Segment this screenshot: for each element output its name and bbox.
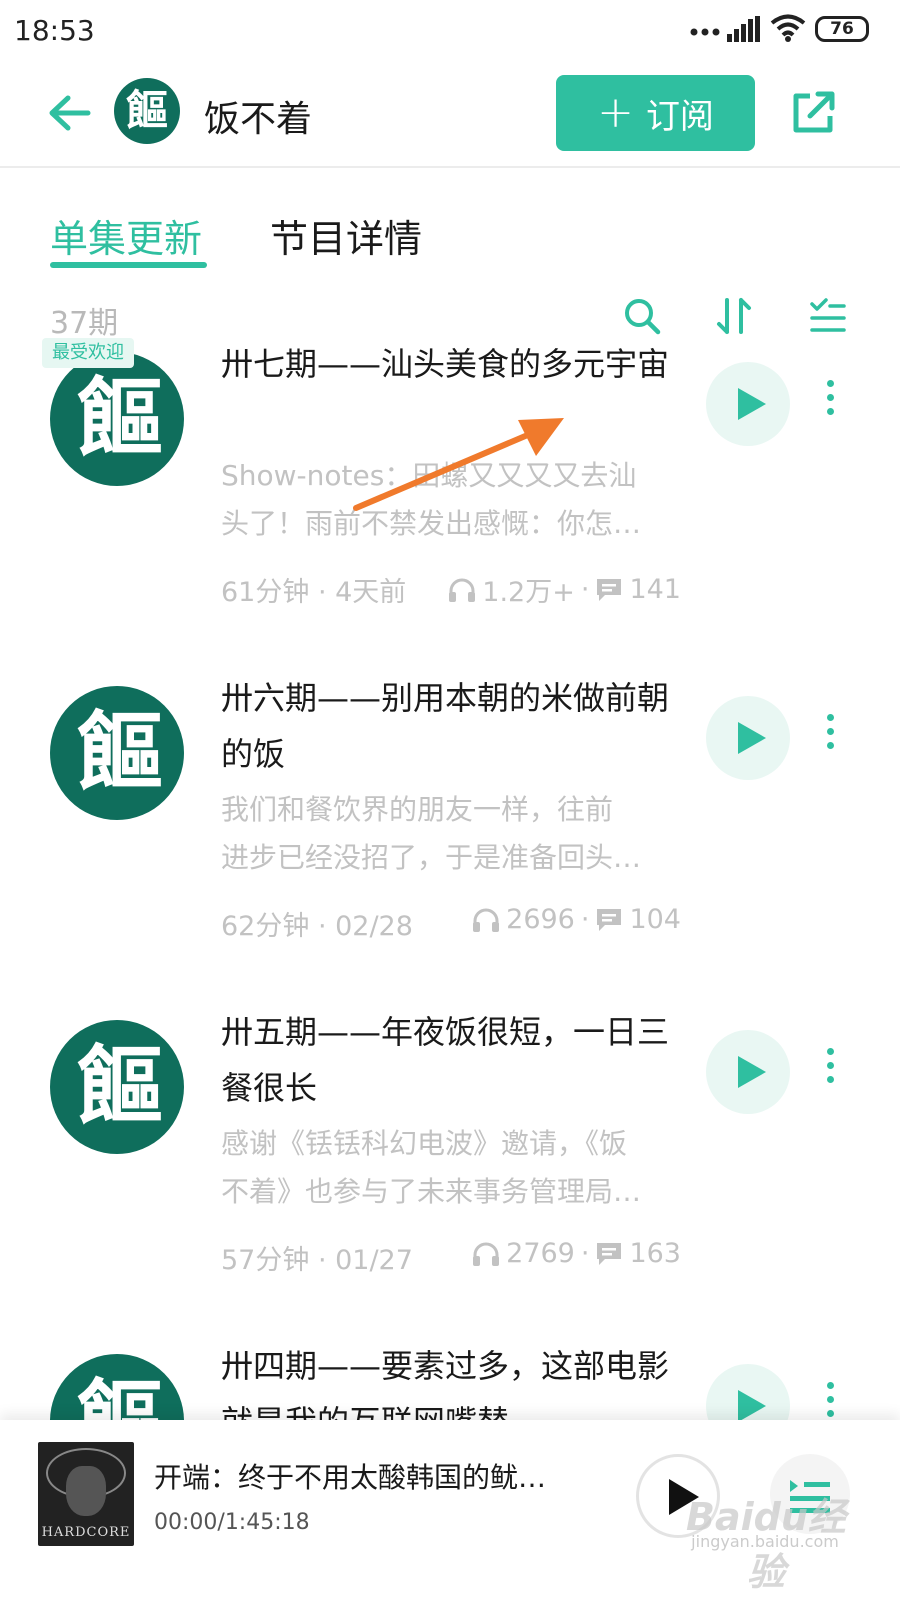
subscribe-label: 订阅: [645, 96, 714, 137]
episode-description-line: 进步已经没招了，于是准备回头…: [221, 841, 642, 874]
episode-description-line: 我们和餐饮界的朋友一样，往前: [221, 793, 614, 826]
episode-description-line: 头了！雨前不禁发出感慨：你怎…: [221, 507, 642, 540]
episode-cover[interactable]: 饇: [50, 1020, 184, 1154]
comment-icon: [597, 908, 622, 931]
episode-title[interactable]: 卅六期——别用本朝的米做前朝的饭: [221, 670, 671, 782]
episode-description: Show-notes：田螺又又又又去汕 头了！雨前不禁发出感慨：你怎…: [221, 452, 681, 548]
episode-count: 37期: [50, 306, 119, 341]
tab-episodes[interactable]: 单集更新: [50, 208, 202, 263]
arrow-left-icon[interactable]: [44, 88, 94, 138]
episode-stats: 2769 · 163: [472, 1238, 681, 1269]
episode-title[interactable]: 卅四期——要素过多，这部电影就是我的互联网嘴替: [221, 1344, 671, 1420]
player-time: 00:00/1:45:18: [154, 1510, 310, 1535]
episode-comment-count: 104: [629, 904, 681, 935]
play-icon: [738, 1390, 766, 1420]
episode-meta: 57分钟 · 01/27 2769 · 163: [221, 1238, 681, 1278]
episode-title[interactable]: 卅五期——年夜饭很短，一日三餐很长: [221, 1004, 671, 1116]
episode-play-button[interactable]: [706, 362, 790, 446]
play-icon: [738, 1056, 766, 1088]
header-bar: 饇 饭不着 + 订阅: [0, 62, 900, 168]
episode-play-count: 1.2万+: [482, 577, 575, 608]
episode-item[interactable]: 饇 卅五期——年夜饭很短，一日三餐很长 感谢《铥铥科幻电波》邀请，《饭 不着》也…: [0, 1010, 900, 1344]
episode-item[interactable]: 饇 卅六期——别用本朝的米做前朝的饭 我们和餐饮界的朋友一样，往前 进步已经没招…: [0, 676, 900, 1010]
episode-title[interactable]: 卅七期——汕头美食的多元宇宙: [221, 336, 671, 392]
mini-player[interactable]: HARDCORE 开端：终于不用太酸韩国的鱿… 00:00/1:45:18 Ba…: [0, 1420, 900, 1600]
tab-active-indicator: [50, 262, 207, 268]
status-bar: 18:53 76: [0, 0, 900, 62]
play-icon: [738, 722, 766, 754]
episode-cover[interactable]: 饇: [50, 1354, 184, 1420]
channel-title: 饭不着: [204, 99, 313, 140]
more-vertical-icon[interactable]: [818, 1048, 842, 1092]
more-vertical-icon[interactable]: [818, 714, 842, 758]
episode-description-line: 不着》也参与了未来事务管理局…: [221, 1175, 642, 1208]
episode-description: 我们和餐饮界的朋友一样，往前 进步已经没招了，于是准备回头…: [221, 786, 681, 882]
episode-duration-date: 61分钟 · 4天前: [221, 577, 407, 608]
episode-cover[interactable]: 饇: [50, 686, 184, 820]
player-title[interactable]: 开端：终于不用太酸韩国的鱿…: [154, 1456, 594, 1496]
signal-icon: [727, 16, 760, 42]
episode-description-line: 感谢《铥铥科幻电波》邀请，《饭: [221, 1127, 628, 1160]
episode-play-button[interactable]: [706, 696, 790, 780]
status-time: 18:53: [14, 14, 95, 47]
comment-icon: [597, 578, 622, 601]
list-filter-icon[interactable]: [806, 294, 850, 338]
plus-icon: +: [597, 87, 634, 138]
episode-duration-date: 57分钟 · 01/27: [221, 1245, 413, 1276]
cover-text: HARDCORE: [41, 1525, 131, 1540]
channel-logo[interactable]: 饇: [114, 78, 180, 144]
sort-icon[interactable]: [713, 294, 757, 338]
tab-bar: 单集更新 节目详情: [0, 200, 900, 280]
player-cover[interactable]: HARDCORE: [38, 1442, 134, 1546]
share-external-icon[interactable]: [788, 88, 838, 138]
headphones-icon: [473, 908, 500, 932]
wifi-icon: [770, 14, 806, 42]
episode-cover[interactable]: 饇: [50, 352, 184, 486]
headphones-icon: [449, 578, 476, 602]
episode-play-count: 2696: [506, 904, 575, 935]
watermark-url: jingyan.baidu.com: [691, 1532, 839, 1551]
episode-description: 感谢《铥铥科幻电波》邀请，《饭 不着》也参与了未来事务管理局…: [221, 1120, 681, 1216]
search-icon[interactable]: [620, 294, 664, 338]
episode-stats: 1.2万+ · 141: [448, 570, 681, 609]
more-vertical-icon[interactable]: [818, 1382, 842, 1420]
episode-play-button[interactable]: [706, 1364, 790, 1420]
meta-separator: ·: [580, 574, 590, 605]
episode-comment-count: 141: [629, 574, 681, 605]
popular-badge: 最受欢迎: [42, 338, 134, 368]
episode-meta: 61分钟 · 4天前 1.2万+ · 141: [221, 570, 681, 610]
play-icon: [738, 388, 766, 420]
episode-play-count: 2769: [506, 1238, 575, 1269]
episode-description-line: Show-notes：田螺又又又又去汕: [221, 459, 637, 492]
more-vertical-icon[interactable]: [818, 380, 842, 424]
comment-icon: [597, 1242, 622, 1265]
meta-separator: ·: [580, 904, 590, 935]
battery-indicator: 76: [815, 16, 869, 42]
tab-details[interactable]: 节目详情: [270, 208, 422, 263]
headphones-icon: [473, 1242, 500, 1266]
episode-item[interactable]: 饇 最受欢迎 卅七期——汕头美食的多元宇宙 Show-notes：田螺又又又又去…: [0, 338, 900, 676]
episode-comment-count: 163: [629, 1238, 681, 1269]
dots-icon: [690, 28, 720, 36]
episode-duration-date: 62分钟 · 02/28: [221, 911, 413, 942]
subscribe-button[interactable]: + 订阅: [556, 75, 755, 151]
episode-stats: 2696 · 104: [472, 904, 681, 935]
episode-meta: 62分钟 · 02/28 2696 · 104: [221, 904, 681, 944]
meta-separator: ·: [580, 1238, 590, 1269]
cover-figure: [66, 1466, 106, 1516]
episode-play-button[interactable]: [706, 1030, 790, 1114]
episode-item[interactable]: 饇 卅四期——要素过多，这部电影就是我的互联网嘴替: [0, 1344, 900, 1420]
